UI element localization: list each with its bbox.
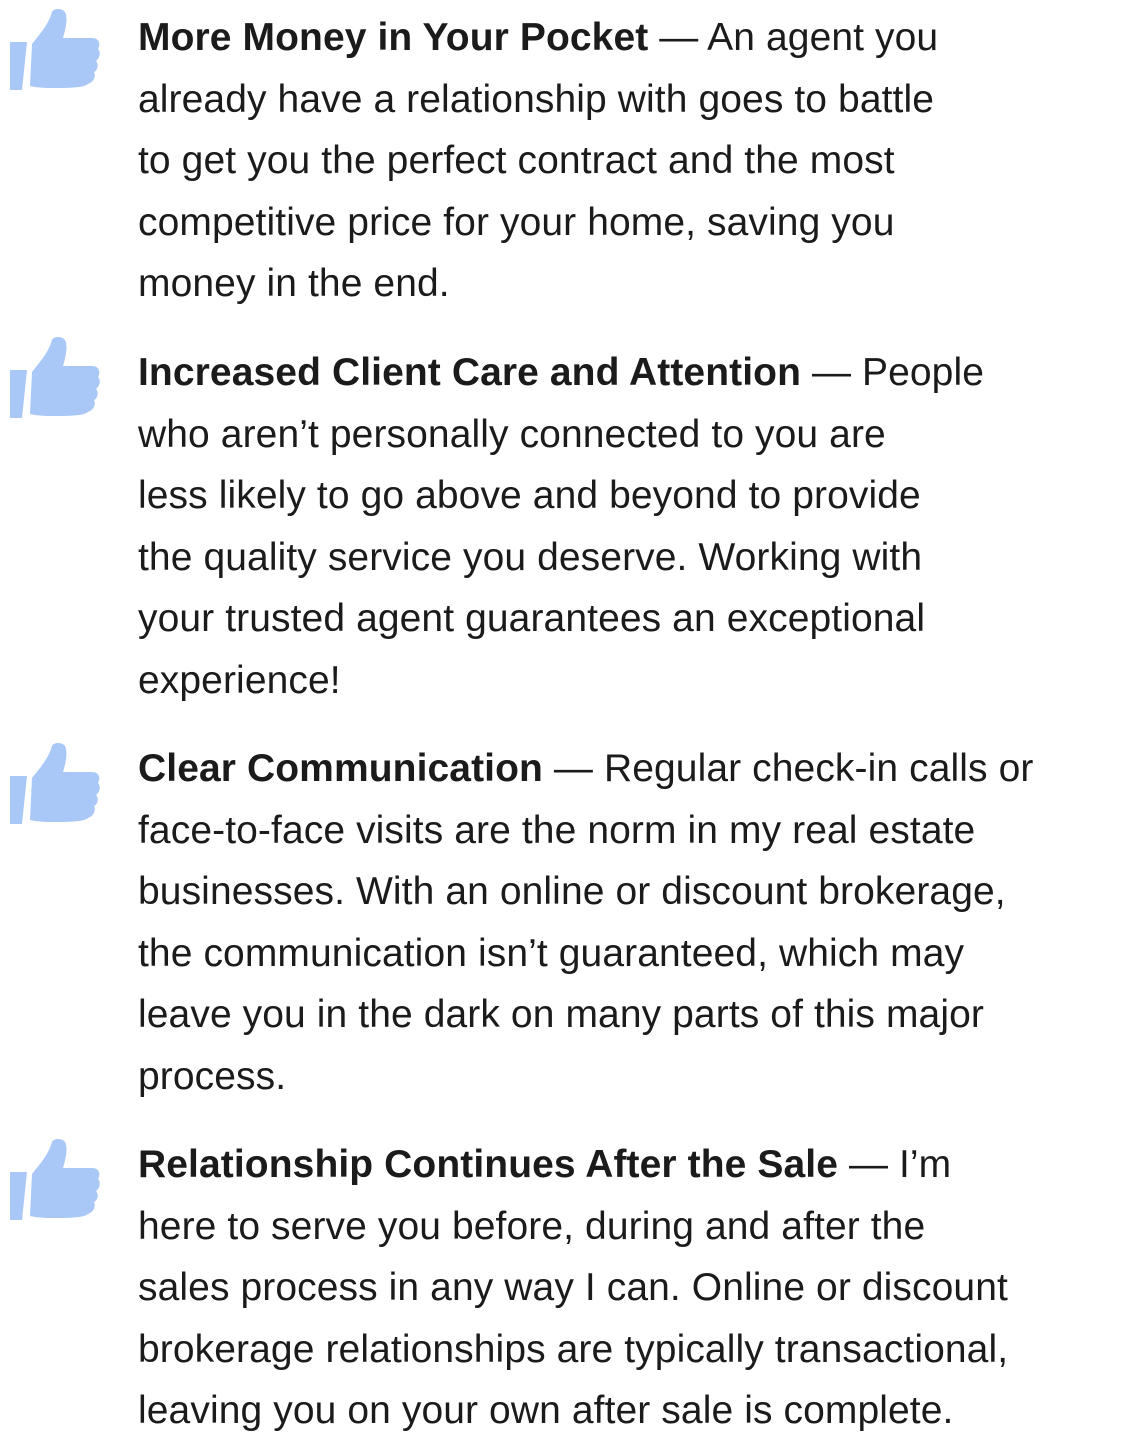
benefit-heading: Increased Client Care and Attention <box>138 351 802 394</box>
thumbs-up-icon <box>8 336 101 420</box>
benefit-line: less likely to go above and beyond to pr… <box>138 474 921 517</box>
benefit-intro: — Regular check-in calls or <box>542 747 1034 790</box>
benefit-first-line: More Money in Your Pocket — An agent you <box>138 7 1138 69</box>
benefit-heading: More Money in Your Pocket <box>138 16 649 59</box>
benefit-first-line: Relationship Continues After the Sale — … <box>138 1134 1138 1196</box>
benefit-line: process. <box>138 1054 287 1098</box>
thumbs-up-icon <box>8 742 101 826</box>
benefit-first-line: Clear Communication — Regular check-in c… <box>138 738 1138 800</box>
benefit-line: money in the end. <box>138 262 450 305</box>
benefit-line: already have a relationship with goes to… <box>138 77 935 121</box>
benefit-intro: — An agent you <box>648 16 939 59</box>
benefit-intro: — People <box>801 351 985 394</box>
benefit-first-line: Increased Client Care and Attention — Pe… <box>138 342 1138 404</box>
benefit-line: businesses. With an online or discount b… <box>138 870 1006 913</box>
benefit-line: face-to-face visits are the norm in my r… <box>138 808 976 852</box>
benefit-line: leave you in the dark on many parts of t… <box>138 993 984 1036</box>
benefit-line: who aren’t personally connected to you a… <box>138 412 886 456</box>
benefit-line: brokerage relationships are typically tr… <box>138 1327 1009 1371</box>
thumbs-up-icon <box>8 8 101 92</box>
benefit-line: competitive price for your home, saving … <box>138 200 895 244</box>
benefit-heading: Relationship Continues After the Sale <box>138 1143 839 1186</box>
benefit-line: to get you the perfect contract and the … <box>138 139 895 182</box>
benefit-line: sales process in any way I can. Online o… <box>138 1266 1008 1309</box>
benefit-line: experience! <box>138 658 341 702</box>
benefit-heading: Clear Communication <box>138 747 543 790</box>
benefit-line: leaving you on your own after sale is co… <box>138 1389 954 1432</box>
benefit-line: the quality service you deserve. Working… <box>138 535 923 579</box>
benefit-line: your trusted agent guarantees an excepti… <box>138 597 926 640</box>
thumbs-up-icon <box>8 1138 101 1222</box>
benefit-line: here to serve you before, during and aft… <box>138 1204 926 1248</box>
benefit-intro: — I’m <box>838 1143 952 1186</box>
benefit-line: the communication isn’t guaranteed, whic… <box>138 931 965 975</box>
